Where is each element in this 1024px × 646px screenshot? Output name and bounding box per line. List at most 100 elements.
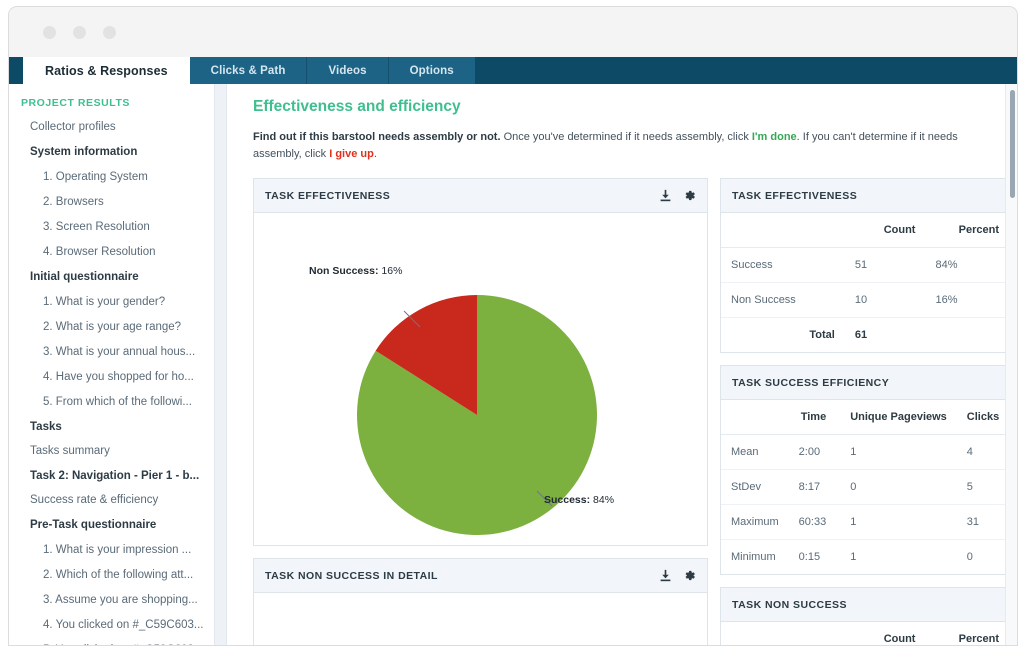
tab-ratios-and-responses[interactable]: Ratios & Responses: [23, 57, 190, 84]
pie-chart-task-effectiveness: Non Success: 16% Success: 84%: [254, 223, 707, 535]
table-task-success-efficiency: Time Unique Pageviews Clicks Mean 2:00: [721, 400, 1009, 574]
sidebar-item-11[interactable]: 4. Have you shopped for ho...: [9, 364, 214, 389]
cell-label: Minimum: [721, 540, 789, 575]
cell-label: StDev: [721, 470, 789, 505]
body-split: PROJECT RESULTSCollector profilesSystem …: [9, 84, 1018, 646]
left-column: TASK EFFECTIVENESS: [253, 178, 708, 646]
cell-percent: 16%: [925, 283, 1009, 318]
window-maximize-button[interactable]: [103, 26, 116, 39]
sidebar-item-4[interactable]: 2. Browsers: [9, 189, 214, 214]
page-title: Effectiveness and efficiency: [253, 98, 999, 116]
panel-title: TASK EFFECTIVENESS: [732, 190, 998, 202]
cell-time: 2:00: [789, 435, 837, 470]
pie-label-success-value: 84: [593, 494, 605, 506]
panel-header: TASK NON SUCCESS: [721, 588, 1009, 622]
sidebar-item-22[interactable]: 5. You clicked on #_C59C603...: [9, 637, 214, 646]
sidebar-item-14[interactable]: Tasks summary: [9, 439, 214, 463]
sidebar-item-3[interactable]: 1. Operating System: [9, 164, 214, 189]
app-viewport: Ratios & Responses Clicks & Path Videos …: [9, 57, 1018, 646]
cell-label: Maximum: [721, 505, 789, 540]
pie-label-non-success-name: Non Success: [309, 265, 375, 277]
window-close-button[interactable]: [43, 26, 56, 39]
sidebar-item-10[interactable]: 3. What is your annual hous...: [9, 339, 214, 364]
table-row: Maximum 60:33 1 31: [721, 505, 1009, 540]
instruction-mid-1: Once you've determined if it needs assem…: [501, 131, 752, 143]
download-icon[interactable]: [659, 569, 672, 582]
sidebar-item-9[interactable]: 2. What is your age range?: [9, 314, 214, 339]
table-header-row: Count Percent: [721, 622, 1009, 646]
tab-bar-left-edge: [9, 57, 23, 84]
cell-label: Mean: [721, 435, 789, 470]
instruction-lead: Find out if this barstool needs assembly…: [253, 131, 501, 143]
panel-actions: [659, 569, 696, 582]
sidebar-section-heading: PROJECT RESULTS: [9, 95, 214, 115]
panel-title: TASK SUCCESS EFFICIENCY: [732, 377, 998, 389]
table-total-row: Total 61: [721, 318, 1009, 353]
browser-window: Ratios & Responses Clicks & Path Videos …: [8, 6, 1018, 646]
sidebar-item-1[interactable]: Collector profiles: [9, 115, 214, 139]
table-task-effectiveness: Count Percent Success 51 84%: [721, 213, 1009, 352]
sidebar-item-15[interactable]: Task 2: Navigation - Pier 1 - b...: [9, 463, 214, 488]
cell-unique-pageviews: 1: [836, 435, 957, 470]
sidebar-item-20[interactable]: 3. Assume you are shopping...: [9, 587, 214, 612]
sidebar-item-21[interactable]: 4. You clicked on #_C59C603...: [9, 612, 214, 637]
sidebar-item-16[interactable]: Success rate & efficiency: [9, 488, 214, 512]
pie-label-non-success-value: 16: [381, 265, 393, 277]
cell-time: 0:15: [789, 540, 837, 575]
pie-label-success-name: Success: [544, 494, 587, 506]
cell-clicks: 31: [957, 505, 1009, 540]
sidebar-item-7[interactable]: Initial questionnaire: [9, 264, 214, 289]
panel-body: Abandon: 20%: [254, 593, 707, 646]
sidebar-gutter: [214, 84, 227, 646]
column-header-blank: [721, 400, 789, 435]
total-value: 61: [845, 318, 926, 353]
panel-header: TASK EFFECTIVENESS: [254, 179, 707, 213]
column-header-count: Count: [845, 622, 926, 646]
im-done-link[interactable]: I'm done: [752, 131, 797, 143]
panel-title: TASK EFFECTIVENESS: [265, 190, 659, 202]
sidebar-navigation: PROJECT RESULTSCollector profilesSystem …: [9, 84, 214, 646]
i-give-up-link[interactable]: I give up: [329, 148, 374, 160]
table-row: Mean 2:00 1 4: [721, 435, 1009, 470]
panel-header: TASK NON SUCCESS IN DETAIL: [254, 559, 707, 593]
sidebar-item-6[interactable]: 4. Browser Resolution: [9, 239, 214, 264]
panel-task-non-success-table: TASK NON SUCCESS Count Percent: [720, 587, 1010, 646]
tab-label: Ratios & Responses: [45, 64, 168, 78]
window-minimize-button[interactable]: [73, 26, 86, 39]
gear-icon[interactable]: [683, 189, 696, 202]
cell-percent: 84%: [925, 248, 1009, 283]
tab-videos[interactable]: Videos: [307, 57, 388, 84]
sidebar-item-12[interactable]: 5. From which of the followi...: [9, 389, 214, 414]
sidebar-item-18[interactable]: 1. What is your impression ...: [9, 537, 214, 562]
sidebar-item-2[interactable]: System information: [9, 139, 214, 164]
panel-actions: [659, 189, 696, 202]
table-header-row: Time Unique Pageviews Clicks: [721, 400, 1009, 435]
sidebar-item-8[interactable]: 1. What is your gender?: [9, 289, 214, 314]
column-header-unique-pageviews: Unique Pageviews: [836, 400, 957, 435]
sidebar-item-19[interactable]: 2. Which of the following att...: [9, 562, 214, 587]
table-row: Non Success 10 16%: [721, 283, 1009, 318]
cell-clicks: 0: [957, 540, 1009, 575]
right-column: TASK EFFECTIVENESS Count Percent: [720, 178, 1010, 646]
main-scrollbar-thumb[interactable]: [1010, 90, 1015, 198]
cell-time: 8:17: [789, 470, 837, 505]
cell-clicks: 5: [957, 470, 1009, 505]
tab-clicks-and-path[interactable]: Clicks & Path: [190, 57, 308, 84]
sidebar-item-5[interactable]: 3. Screen Resolution: [9, 214, 214, 239]
panel-task-success-efficiency: TASK SUCCESS EFFICIENCY Time Unique Page…: [720, 365, 1010, 575]
table-row: Success 51 84%: [721, 248, 1009, 283]
panel-body: Non Success: 16% Success: 84%: [254, 213, 707, 545]
download-icon[interactable]: [659, 189, 672, 202]
sidebar-item-17[interactable]: Pre-Task questionnaire: [9, 512, 214, 537]
column-header-blank: [721, 622, 845, 646]
cell-label: Non Success: [721, 283, 845, 318]
gear-icon[interactable]: [683, 569, 696, 582]
main-scrollbar[interactable]: [1005, 84, 1018, 646]
pie-chart-task-non-success-detail: Abandon: 20%: [254, 607, 707, 646]
sidebar-item-13[interactable]: Tasks: [9, 414, 214, 439]
tab-options[interactable]: Options: [389, 57, 475, 84]
task-instruction: Find out if this barstool needs assembly…: [253, 129, 988, 163]
column-header-percent: Percent: [925, 622, 1009, 646]
panel-task-effectiveness-chart: TASK EFFECTIVENESS: [253, 178, 708, 546]
panel-task-effectiveness-table: TASK EFFECTIVENESS Count Percent: [720, 178, 1010, 353]
